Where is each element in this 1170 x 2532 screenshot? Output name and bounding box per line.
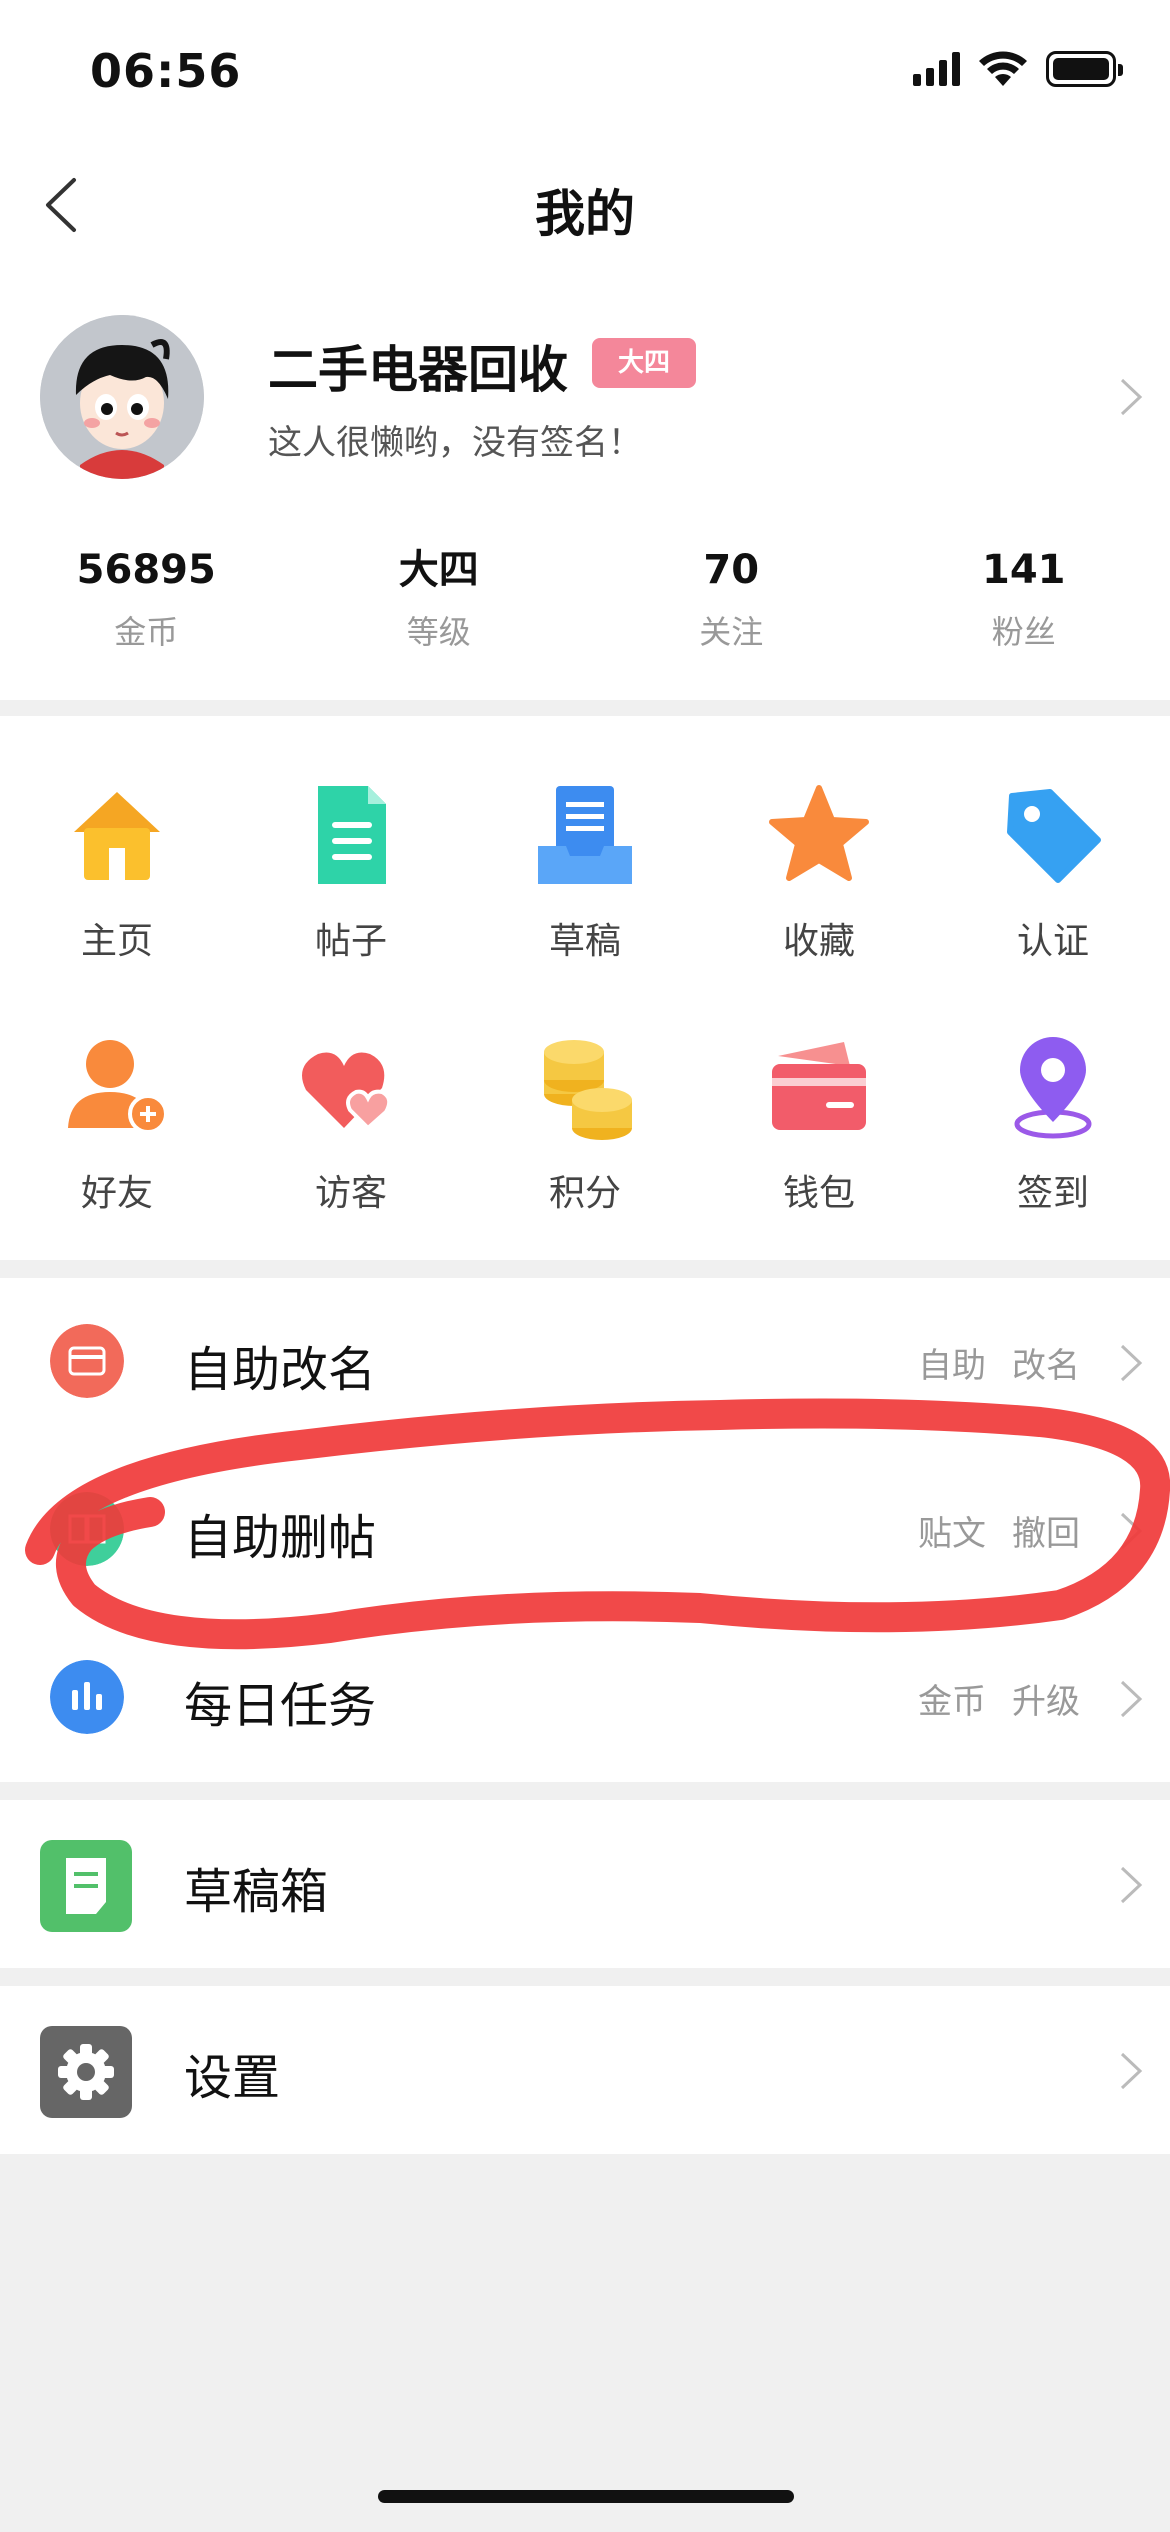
location-pin-icon [1014, 1037, 1092, 1139]
profile-card[interactable]: 二手电器回收 大四 这人很懒哟，没有签名！ 56895 金币 大四 等级 70 … [0, 260, 1170, 700]
draft-tray-icon [538, 786, 632, 884]
row-label: 每日任务 [184, 1678, 377, 1734]
cartoon-avatar-icon [40, 315, 204, 479]
row-tag: 贴文 [918, 1514, 986, 1554]
list-item-delete-post[interactable]: 自助删帖 贴文 撤回 [0, 1446, 1170, 1614]
list-item-daily-tasks[interactable]: 每日任务 金币 升级 [0, 1614, 1170, 1782]
document-icon [318, 786, 386, 884]
stat-following[interactable]: 70 关注 [585, 545, 878, 665]
status-time: 06:56 [90, 44, 242, 98]
grid-item-friends[interactable]: 好友 [0, 1032, 234, 1216]
row-label: 自助删帖 [184, 1510, 377, 1566]
grid-label: 好友 [80, 1173, 153, 1214]
home-icon [74, 792, 160, 880]
grid-label: 草稿 [548, 921, 621, 962]
add-friend-icon [68, 1040, 168, 1134]
row-label: 设置 [184, 2050, 281, 2106]
settings-section: 设置 [0, 1986, 1170, 2154]
row-label: 自助改名 [184, 1342, 377, 1398]
grid-label: 访客 [314, 1173, 387, 1214]
hearts-icon [302, 1052, 392, 1131]
page-title: 我的 [535, 185, 635, 243]
drafts-section: 草稿箱 [0, 1800, 1170, 1968]
nav-bar: 我的 [0, 150, 1170, 260]
grid-item-favorites[interactable]: 收藏 [702, 780, 936, 964]
avatar[interactable] [40, 315, 204, 479]
grid-label: 收藏 [782, 921, 855, 962]
stat-label: 粉丝 [991, 613, 1056, 651]
grid-item-wallet[interactable]: 钱包 [702, 1032, 936, 1216]
grid-label: 主页 [80, 921, 153, 962]
row-tag: 撤回 [1012, 1514, 1080, 1554]
stat-value: 大四 [398, 547, 479, 593]
chevron-right-icon [1120, 1512, 1143, 1550]
tag-icon [1007, 789, 1101, 883]
wallet-icon [772, 1042, 866, 1130]
tools-list: 自助改名 自助 改名 自助删帖 贴文 撤回 每日任务 金币 升级 [0, 1278, 1170, 1782]
list-item-draft-box[interactable]: 草稿箱 [0, 1800, 1170, 1968]
chevron-right-icon [1120, 1680, 1143, 1718]
stat-label: 关注 [699, 613, 764, 651]
coins-icon [544, 1040, 632, 1140]
stat-label: 等级 [406, 613, 471, 651]
signature: 这人很懒哟，没有签名！ [268, 423, 642, 463]
grid-label: 认证 [1016, 921, 1089, 962]
gear-icon [40, 2026, 132, 2118]
status-bar: 06:56 [0, 0, 1170, 150]
grid-label: 签到 [1016, 1173, 1089, 1214]
grid-label: 帖子 [314, 921, 387, 962]
card-icon [50, 1324, 124, 1398]
row-tag: 升级 [1012, 1682, 1080, 1722]
row-tags: 金币 升级 [918, 1674, 1080, 1723]
row-tags: 自助 改名 [918, 1338, 1080, 1387]
grid-item-points[interactable]: 积分 [468, 1032, 702, 1216]
username: 二手电器回收 [268, 341, 568, 399]
grid-label: 积分 [548, 1173, 621, 1214]
draft-box-icon [40, 1840, 132, 1932]
grid-item-posts[interactable]: 帖子 [234, 780, 468, 964]
grid-label: 钱包 [782, 1173, 855, 1214]
grid-item-visitors[interactable]: 访客 [234, 1032, 468, 1216]
chevron-right-icon[interactable] [1112, 372, 1148, 422]
star-icon [769, 785, 869, 881]
bar-chart-icon [50, 1660, 124, 1734]
row-tag: 改名 [1012, 1346, 1080, 1386]
battery-icon [1046, 51, 1123, 87]
chevron-right-icon [1120, 1866, 1143, 1904]
grid-item-drafts[interactable]: 草稿 [468, 780, 702, 964]
home-indicator[interactable] [378, 2490, 794, 2503]
grid-item-home[interactable]: 主页 [0, 780, 234, 964]
chevron-right-icon [1120, 1344, 1143, 1382]
stat-value: 56895 [76, 547, 216, 593]
status-icons [913, 50, 1123, 88]
signal-icon [913, 52, 960, 86]
chevron-right-icon [1120, 2052, 1143, 2090]
row-label: 草稿箱 [184, 1864, 329, 1920]
stat-level[interactable]: 大四 等级 [293, 545, 586, 665]
feature-grid: 主页 帖子 草稿 收藏 认证 好友 访客 积分 钱包 签到 [0, 716, 1170, 1260]
wifi-icon [979, 51, 1027, 86]
stat-fans[interactable]: 141 粉丝 [878, 545, 1170, 665]
grid-item-verify[interactable]: 认证 [936, 780, 1170, 964]
row-tag: 自助 [918, 1346, 986, 1386]
grid-item-checkin[interactable]: 签到 [936, 1032, 1170, 1216]
book-icon [50, 1492, 124, 1566]
stat-value: 70 [703, 547, 760, 593]
stats-row: 56895 金币 大四 等级 70 关注 141 粉丝 [0, 545, 1170, 665]
stat-label: 金币 [114, 613, 179, 651]
row-tag: 金币 [918, 1682, 986, 1722]
level-badge: 大四 [592, 338, 696, 388]
list-item-settings[interactable]: 设置 [0, 1986, 1170, 2154]
stat-coins[interactable]: 56895 金币 [0, 545, 293, 665]
stat-value: 141 [982, 547, 1066, 593]
row-tags: 贴文 撤回 [918, 1506, 1080, 1555]
list-item-rename[interactable]: 自助改名 自助 改名 [0, 1278, 1170, 1446]
